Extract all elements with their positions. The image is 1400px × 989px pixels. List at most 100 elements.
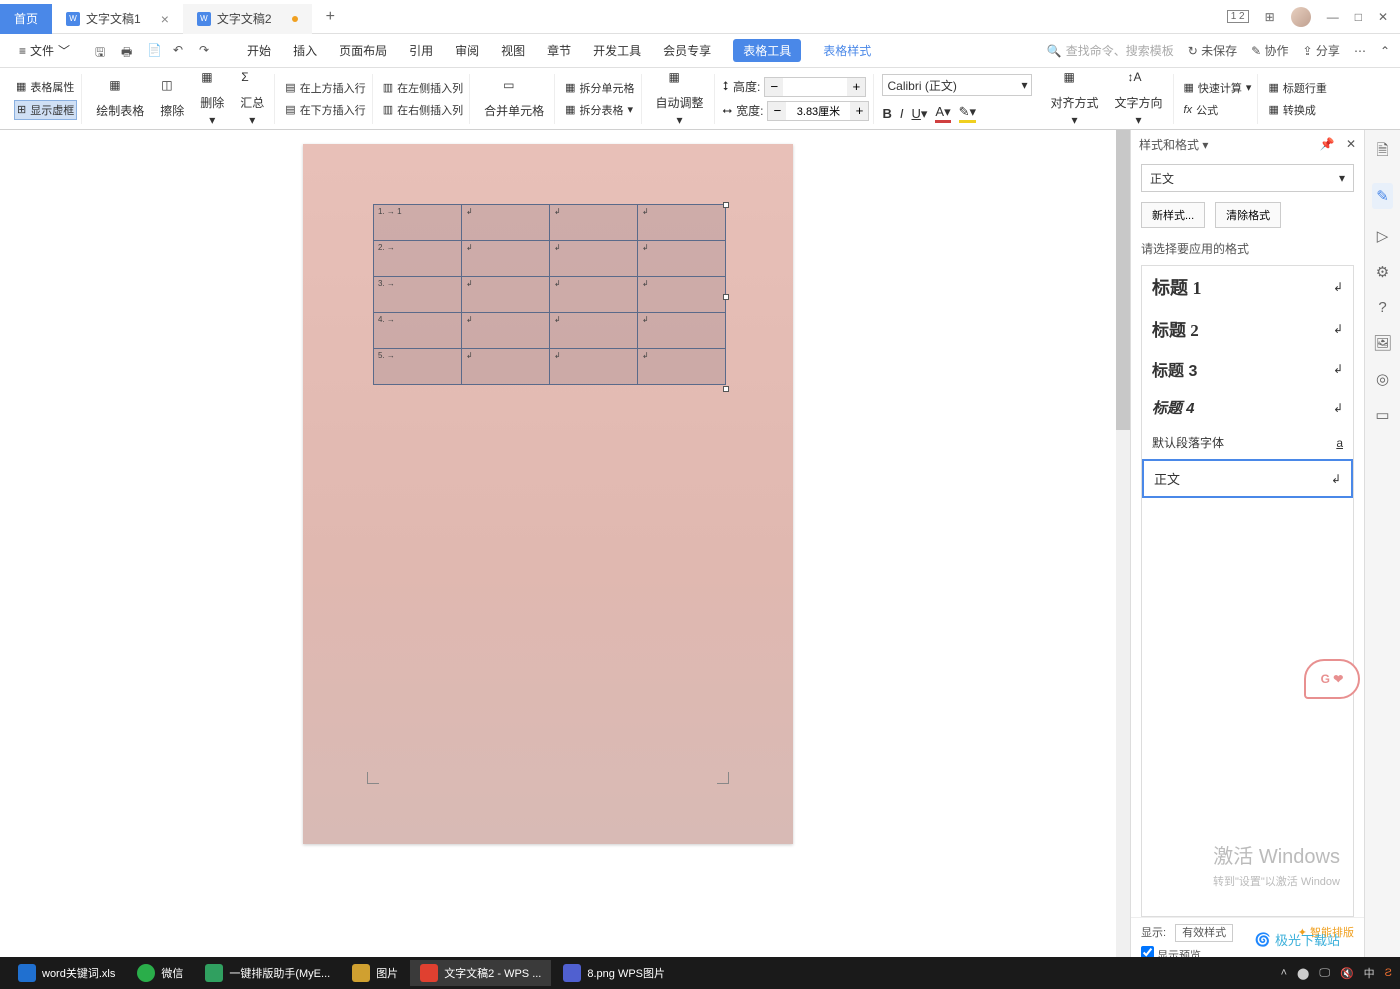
coop-button[interactable]: ✎ 协作 [1251, 42, 1288, 59]
taskbar-excel[interactable]: word关键词.xls [8, 960, 125, 986]
highlight-button[interactable]: ✎▾ [959, 104, 976, 123]
new-style-button[interactable]: 新样式... [1141, 202, 1205, 228]
tray-up-icon[interactable]: ˄ [1281, 967, 1287, 979]
image-tool-icon[interactable]: 🖼 [1373, 334, 1392, 352]
summary-button[interactable]: Σ汇总▾ [234, 68, 270, 129]
pin-icon[interactable]: 📌 [1320, 137, 1335, 151]
style-heading-2[interactable]: 标题 2↲ [1142, 308, 1353, 349]
style-heading-3[interactable]: 标题 3↲ [1142, 349, 1353, 389]
tab-view[interactable]: 视图 [501, 40, 525, 61]
home-tab[interactable]: 首页 [0, 4, 52, 34]
tab-chapter[interactable]: 章节 [547, 40, 571, 61]
height-input[interactable] [783, 81, 847, 93]
maximize-button[interactable]: □ [1355, 10, 1362, 24]
table-cell[interactable]: 5. → [374, 349, 462, 385]
table-cell[interactable]: 3. → [374, 277, 462, 313]
split-cell-button[interactable]: ▦ 拆分单元格 [563, 79, 636, 97]
tray-display-icon[interactable]: 🖵 [1319, 967, 1330, 980]
tab-review[interactable]: 审阅 [455, 40, 479, 61]
print-icon[interactable]: 🖶 [121, 43, 137, 59]
scrollbar-thumb[interactable] [1116, 130, 1130, 430]
text-direction-button[interactable]: ↕A文字方向▾ [1109, 68, 1169, 129]
height-stepper[interactable]: − + [764, 77, 866, 97]
close-button[interactable]: ✕ [1378, 10, 1388, 24]
align-button[interactable]: ▦对齐方式▾ [1044, 68, 1104, 129]
taskbar-wechat[interactable]: 微信 [127, 960, 193, 986]
floating-assistant-badge[interactable]: G ❤ [1304, 659, 1360, 699]
save-icon[interactable]: 🖫 [95, 43, 111, 59]
width-stepper[interactable]: − + [767, 101, 869, 121]
close-panel-icon[interactable]: ✕ [1346, 137, 1356, 151]
width-input[interactable] [786, 105, 850, 117]
convert-button[interactable]: ▦ 转换成 [1266, 101, 1328, 119]
insert-row-above[interactable]: ▤ 在上方插入行 [283, 79, 367, 97]
font-select[interactable]: Calibri (正文)▾ [882, 74, 1032, 96]
table-cell[interactable]: 4. → [374, 313, 462, 349]
share-button[interactable]: ⇪ 分享 [1303, 42, 1340, 59]
help-icon[interactable]: ? [1378, 299, 1386, 316]
clip-icon[interactable]: 🗎 [1376, 140, 1388, 165]
tab-dev[interactable]: 开发工具 [593, 40, 641, 61]
header-repeat-button[interactable]: ▦ 标题行重 [1266, 79, 1328, 97]
auto-adjust-button[interactable]: ▦自动调整▾ [650, 68, 710, 129]
undo-icon[interactable]: ↶ [173, 43, 189, 59]
insert-col-left[interactable]: ▥ 在左侧插入列 [381, 79, 465, 97]
style-heading-4[interactable]: 标题 4↲ [1142, 389, 1353, 426]
selection-handle[interactable] [723, 386, 729, 392]
tray-sogou-icon[interactable]: Ƨ [1385, 967, 1392, 979]
style-default-font[interactable]: 默认段落字体a [1142, 426, 1353, 459]
italic-button[interactable]: I [900, 106, 904, 121]
redo-icon[interactable]: ↷ [199, 43, 215, 59]
font-color-button[interactable]: A▾ [935, 104, 950, 123]
table-props-button[interactable]: ▦ 表格属性 [14, 78, 77, 96]
doc-tab-2[interactable]: W 文字文稿2 [183, 4, 312, 34]
document-area[interactable]: 1. → 1↲↲↲ 2. → ↲↲↲ 3. → ↲↲↲ 4. → ↲↲↲ 5. … [0, 130, 1096, 969]
decrease-width[interactable]: − [768, 102, 786, 120]
style-heading-1[interactable]: 标题 1↲ [1142, 266, 1353, 308]
file-menu[interactable]: ≡ 文件 ﹀ [10, 38, 79, 63]
show-frame-button[interactable]: ⊞ 显示虚框 [14, 100, 77, 120]
merge-cells-button[interactable]: ▭合并单元格 [478, 76, 550, 121]
bold-button[interactable]: B [882, 106, 891, 121]
taskbar-typeset[interactable]: 一键排版助手(MyE... [195, 960, 340, 986]
selection-handle[interactable] [723, 294, 729, 300]
tray-network-icon[interactable]: ⬤ [1297, 967, 1309, 980]
tray-volume-icon[interactable]: 🔇 [1340, 967, 1354, 980]
decrease-height[interactable]: − [765, 78, 783, 96]
user-avatar[interactable] [1291, 7, 1311, 27]
current-style-select[interactable]: 正文▾ [1141, 164, 1354, 192]
document-table[interactable]: 1. → 1↲↲↲ 2. → ↲↲↲ 3. → ↲↲↲ 4. → ↲↲↲ 5. … [373, 204, 726, 385]
tab-member[interactable]: 会员专享 [663, 40, 711, 61]
mode-icon[interactable]: 1 2 [1227, 10, 1249, 23]
close-icon[interactable]: × [161, 11, 169, 27]
tray-ime[interactable]: 中 [1364, 965, 1375, 981]
split-table-button[interactable]: ▦ 拆分表格▾ [563, 101, 636, 119]
minimize-button[interactable]: — [1327, 10, 1339, 24]
eraser-button[interactable]: ◫擦除 [154, 76, 190, 121]
window-icon[interactable]: ▭ [1375, 406, 1389, 424]
taskbar-pictures[interactable]: 图片 [342, 960, 408, 986]
tab-start[interactable]: 开始 [247, 40, 271, 61]
apps-icon[interactable]: ⊞ [1265, 10, 1275, 24]
collapse-ribbon-icon[interactable]: ⌃ [1380, 44, 1390, 58]
brush-icon[interactable]: ✎ [1372, 183, 1393, 209]
show-filter-select[interactable]: 有效样式 [1175, 924, 1233, 942]
insert-col-right[interactable]: ▥ 在右侧插入列 [381, 101, 465, 119]
tab-table-style[interactable]: 表格样式 [823, 40, 871, 61]
underline-button[interactable]: U▾ [912, 106, 928, 122]
preview-icon[interactable]: 📄 [147, 43, 163, 59]
command-search[interactable]: 🔍 查找命令、搜索模板 [1047, 42, 1174, 59]
select-icon[interactable]: ▷ [1377, 227, 1389, 245]
draw-table-button[interactable]: ▦绘制表格 [90, 76, 150, 121]
insert-row-below[interactable]: ▤ 在下方插入行 [283, 101, 367, 119]
settings-icon[interactable]: ⚙ [1376, 263, 1389, 281]
tab-reference[interactable]: 引用 [409, 40, 433, 61]
style-body[interactable]: 正文↲ [1142, 459, 1353, 498]
tab-layout[interactable]: 页面布局 [339, 40, 387, 61]
unsaved-button[interactable]: ↻ 未保存 [1188, 42, 1237, 59]
tab-table-tool[interactable]: 表格工具 [733, 39, 801, 62]
increase-width[interactable]: + [850, 102, 868, 120]
new-tab-button[interactable]: + [312, 8, 349, 26]
tab-insert[interactable]: 插入 [293, 40, 317, 61]
doc-tab-1[interactable]: W 文字文稿1 × [52, 4, 183, 34]
